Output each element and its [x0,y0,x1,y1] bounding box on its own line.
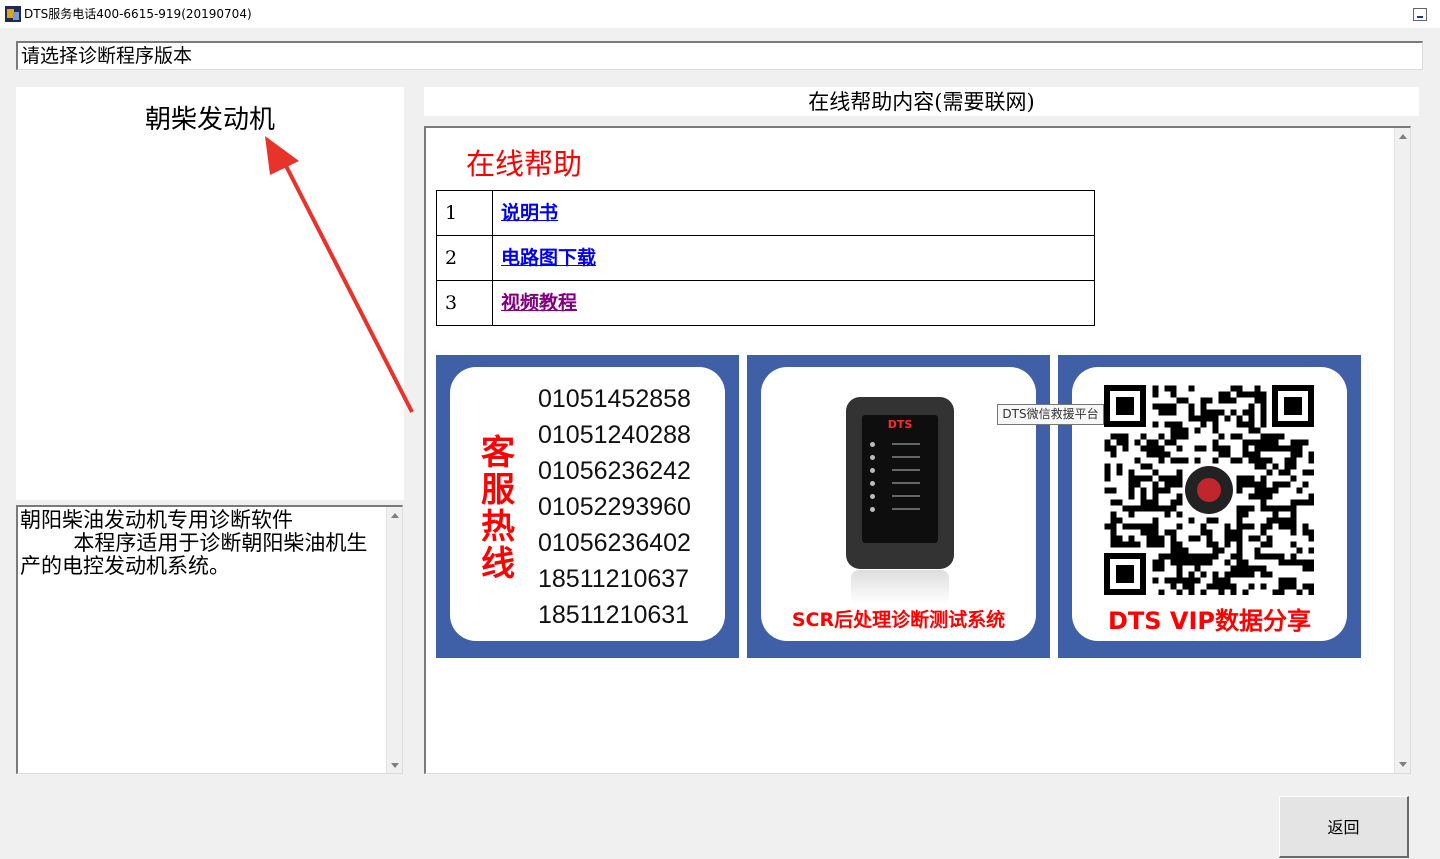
phone-list: 01051452858 01051240288 01056236242 0105… [538,381,691,633]
wiring-diagram-link[interactable]: 电路图下载 [501,247,596,269]
return-button[interactable]: 返回 [1279,796,1409,858]
tooltip: DTS微信救援平台 [997,404,1104,425]
program-panel: 朝柴发动机 [16,87,414,500]
description-scrollbar[interactable] [386,507,402,773]
qr-label: DTS VIP数据分享 [1107,607,1312,635]
version-select-field[interactable]: 请选择诊断程序版本 [16,41,1423,70]
description-text: 朝阳柴油发动机专用诊断软件 本程序适用于诊断朝阳柴油机生产的电控发动机系统。 [20,508,368,578]
scr-label: SCR后处理诊断测试系统 [791,609,1006,631]
table-row: 1 说明书 [436,190,1095,236]
window-title: DTS服务电话400-6615-919(20190704) [24,7,252,21]
help-scrollbar[interactable] [1394,128,1410,773]
help-link-table: 1 说明书 2 电路图下载 3 视频教程 [436,190,1095,326]
phone-number: 01051452858 [538,385,691,413]
manual-link[interactable]: 说明书 [501,202,558,224]
table-row: 2 电路图下载 [436,235,1095,281]
device-brand: DTS [887,418,913,431]
help-header: 在线帮助内容(需要联网) [424,87,1419,116]
red-arrow-annotation [265,136,414,413]
link-number: 1 [436,190,493,236]
title-bar: DTS服务电话400-6615-919(20190704) [0,0,1440,28]
app-icon [5,6,21,22]
link-number: 3 [436,280,493,326]
scroll-down-icon[interactable] [1399,762,1407,767]
hotline-label: 客服热线 [481,433,515,584]
table-row: 3 视频教程 [436,280,1095,326]
arrow-shaft [282,161,414,413]
qr-code-image [1104,385,1314,595]
phone-number: 18511210631 [538,601,690,629]
phone-number: 01051240288 [538,421,691,449]
scroll-up-icon[interactable] [391,513,399,518]
link-number: 2 [436,235,493,281]
description-box: 朝阳柴油发动机专用诊断软件 本程序适用于诊断朝阳柴油机生产的电控发动机系统。 [16,505,403,774]
help-content-box: 在线帮助 1 说明书 2 电路图下载 3 视频教程 客服热线 010514528… [424,126,1411,774]
scroll-up-icon[interactable] [1399,134,1407,139]
scroll-down-icon[interactable] [391,763,399,768]
help-title: 在线帮助 [466,147,583,181]
video-tutorial-link[interactable]: 视频教程 [501,292,577,314]
phone-number: 01056236242 [538,457,691,485]
phone-number: 01056236402 [538,529,691,557]
qr-banner[interactable]: DTS VIP数据分享 [1058,355,1361,658]
diagnostic-device-image: DTS [846,397,954,569]
phone-number: 01052293960 [538,493,691,521]
scr-banner[interactable]: DTS SCR后处理诊断测试系统 [747,355,1050,658]
hotline-banner[interactable]: 客服热线 01051452858 01051240288 01056236242… [436,355,739,658]
phone-number: 18511210637 [538,565,690,593]
arrow-head [265,136,299,175]
device-reflection [851,570,949,604]
minimize-button[interactable] [1413,8,1427,21]
